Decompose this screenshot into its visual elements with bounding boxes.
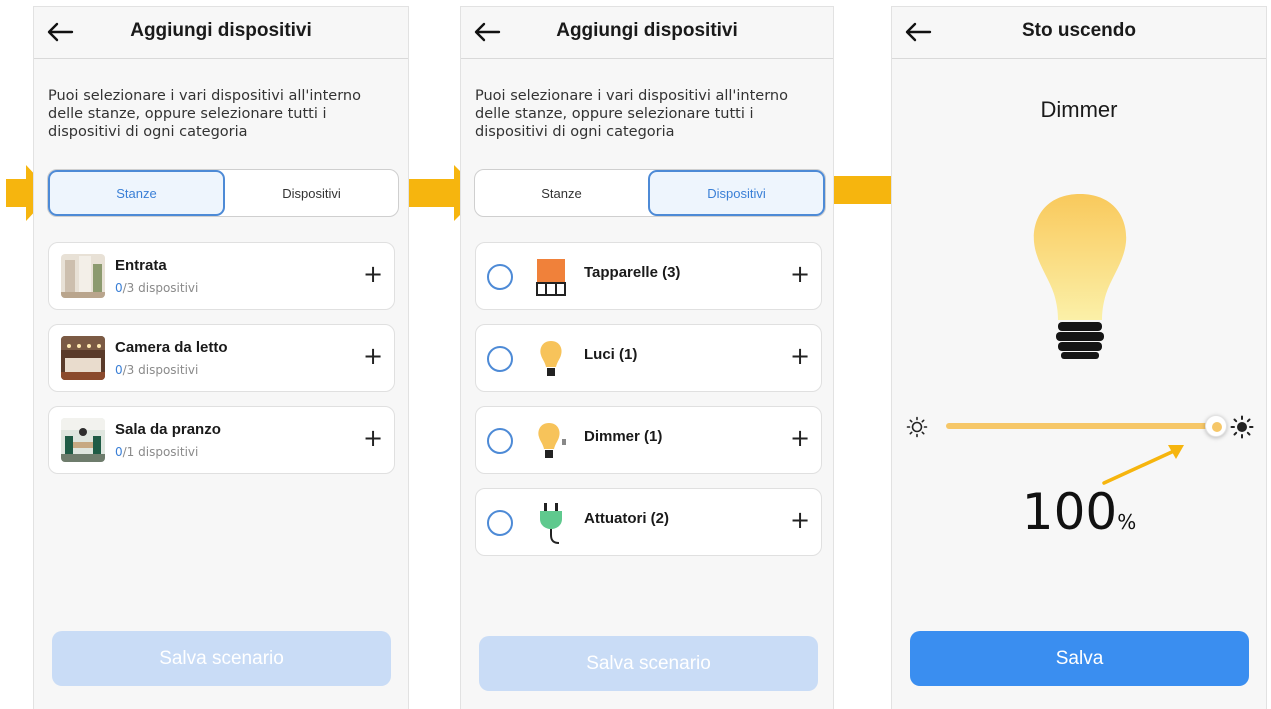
brightness-value: 100 [1021,483,1118,541]
add-button[interactable]: + [362,344,384,368]
light-bulb-icon [540,341,562,376]
save-scenario-button[interactable]: Salva scenario [52,631,391,686]
intro-text: Puoi selezionare i vari dispositivi all'… [475,88,788,140]
add-button[interactable]: + [362,426,384,450]
brightness-readout: 100% [892,483,1266,541]
device-card-tapparelle[interactable]: Tapparelle (3) + [475,242,822,310]
device-name: Luci (1) [584,346,638,363]
device-card-dimmer[interactable]: Dimmer (1) + [475,406,822,474]
brightness-high-icon [1230,415,1254,439]
light-bulb-icon [1033,194,1127,359]
annotation-pointer-arrow [1102,445,1184,485]
select-radio[interactable] [487,346,513,372]
add-button[interactable]: + [789,426,811,450]
select-radio[interactable] [487,428,513,454]
add-button[interactable]: + [789,262,811,286]
app-header: Aggiungi dispositivi [34,7,408,59]
room-name: Camera da letto [115,339,228,356]
screen-dimmer: Sto uscendo Dimmer 100% Salva [891,6,1267,709]
add-button[interactable]: + [362,262,384,286]
device-card-attuatori[interactable]: Attuatori (2) + [475,488,822,556]
room-name: Sala da pranzo [115,421,221,438]
save-scenario-button[interactable]: Salva scenario [479,636,818,691]
room-name: Entrata [115,257,167,274]
tab-dispositivi[interactable]: Dispositivi [648,170,825,216]
room-device-count: 0/3 dispositivi [115,281,199,295]
app-header: Sto uscendo [892,7,1266,59]
shutter-icon [536,259,566,296]
device-name: Dimmer (1) [584,428,663,445]
save-button[interactable]: Salva [910,631,1249,686]
room-thumbnail [61,418,105,462]
select-radio[interactable] [487,510,513,536]
room-card-sala-da-pranzo[interactable]: Sala da pranzo 0/1 dispositivi + [48,406,395,474]
room-device-count: 0/3 dispositivi [115,363,199,377]
segmented-control: Stanze Dispositivi [474,169,826,217]
select-radio[interactable] [487,264,513,290]
brightness-low-icon [906,416,928,438]
device-card-luci[interactable]: Luci (1) + [475,324,822,392]
room-thumbnail [61,336,105,380]
page-title: Sto uscendo [1021,20,1136,41]
tab-stanze[interactable]: Stanze [48,170,225,216]
room-card-camera-da-letto[interactable]: Camera da letto 0/3 dispositivi + [48,324,395,392]
brightness-slider[interactable] [946,423,1216,429]
page-title: Aggiungi dispositivi [130,20,312,41]
dimmer-icon [538,423,566,458]
screen-rooms: Aggiungi dispositivi Puoi selezionare i … [33,6,409,709]
device-name: Attuatori (2) [584,510,669,527]
add-button[interactable]: + [789,344,811,368]
page-title: Aggiungi dispositivi [556,20,738,41]
slider-thumb[interactable] [1205,415,1227,437]
device-name: Tapparelle (3) [584,264,681,281]
screen-devices: Aggiungi dispositivi Puoi selezionare i … [460,6,834,709]
segmented-control: Stanze Dispositivi [47,169,399,217]
room-device-count: 0/1 dispositivi [115,445,199,459]
plug-icon [540,503,562,544]
add-button[interactable]: + [789,508,811,532]
app-header: Aggiungi dispositivi [461,7,833,59]
tab-dispositivi[interactable]: Dispositivi [225,170,398,216]
room-card-entrata[interactable]: Entrata 0/3 dispositivi + [48,242,395,310]
intro-text: Puoi selezionare i vari dispositivi all'… [48,88,361,140]
brightness-unit: % [1117,510,1137,534]
room-thumbnail [61,254,105,298]
tab-stanze[interactable]: Stanze [475,170,648,216]
device-title: Dimmer [1040,97,1118,122]
